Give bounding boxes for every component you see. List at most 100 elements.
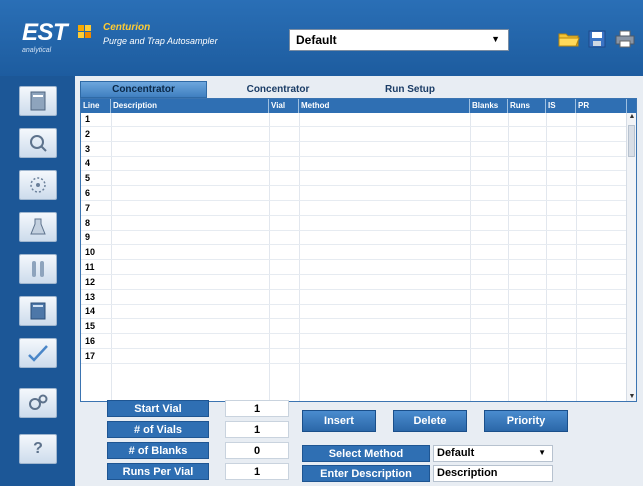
main-panel: Concentrator Concentrator Run Setup Line… <box>75 76 643 486</box>
line-number: 15 <box>85 321 96 332</box>
line-number: 1 <box>85 114 91 124</box>
flask-icon <box>30 218 46 235</box>
table-row[interactable]: 17 <box>81 350 627 364</box>
table-row[interactable]: 9 <box>81 231 627 246</box>
num-blanks-input[interactable]: 0 <box>225 442 289 459</box>
table-row[interactable]: 2 <box>81 128 627 142</box>
carousel-icon <box>30 177 46 193</box>
test-tubes-icon <box>32 261 44 277</box>
runs-per-vial-label: Runs Per Vial <box>107 463 209 480</box>
line-number: 8 <box>85 217 91 228</box>
col-is[interactable]: IS <box>546 99 576 113</box>
table-row[interactable]: 15 <box>81 320 627 335</box>
line-number: 16 <box>85 336 96 346</box>
col-line[interactable]: Line <box>81 99 111 113</box>
chevron-down-icon: ▼ <box>538 448 546 457</box>
sidebar-button-help[interactable]: ? <box>19 434 57 464</box>
line-number: 6 <box>85 188 91 198</box>
num-blanks-label: # of Blanks <box>107 442 209 459</box>
table-row[interactable]: 16 <box>81 335 627 349</box>
table-row[interactable]: 8 <box>81 217 627 231</box>
table-row[interactable]: 10 <box>81 246 627 261</box>
document-icon <box>30 91 46 111</box>
table-row[interactable]: 6 <box>81 187 627 201</box>
line-number: 13 <box>85 291 96 302</box>
method-dropdown-value: Default <box>296 33 337 47</box>
table-row[interactable]: 11 <box>81 261 627 275</box>
table-body: 1 2 3 4 5 6 7 8 9 10 11 12 13 14 15 16 17 <box>81 113 627 401</box>
sidebar-button-settings[interactable] <box>19 388 57 418</box>
start-vial-input[interactable]: 1 <box>225 400 289 417</box>
logo-text: EST <box>22 19 68 46</box>
scroll-down-icon[interactable]: ▼ <box>627 393 636 401</box>
delete-button[interactable]: Delete <box>393 410 467 432</box>
col-description[interactable]: Description <box>111 99 269 113</box>
table-row[interactable]: 4 <box>81 157 627 172</box>
num-vials-input[interactable]: 1 <box>225 421 289 438</box>
col-runs[interactable]: Runs <box>508 99 546 113</box>
line-number: 7 <box>85 202 91 213</box>
table-row[interactable]: 13 <box>81 291 627 305</box>
scroll-up-icon[interactable]: ▲ <box>627 113 636 123</box>
line-number: 4 <box>85 158 91 169</box>
table-row[interactable]: 1 <box>81 113 627 127</box>
sidebar-button-sampler[interactable] <box>19 170 57 200</box>
logo-subtitle: analytical <box>22 47 52 54</box>
line-number: 2 <box>85 128 91 139</box>
method-dropdown[interactable]: Default ▼ <box>289 29 509 51</box>
logo-mark <box>78 25 96 43</box>
description-input[interactable]: Description <box>433 465 553 482</box>
sidebar-button-glassware[interactable] <box>19 212 57 242</box>
product-title: Centurion <box>103 22 151 33</box>
line-number: 3 <box>85 143 91 154</box>
col-pr[interactable]: PR <box>576 99 627 113</box>
tab-concentrator-2[interactable]: Concentrator <box>223 81 333 98</box>
sidebar-button-search[interactable] <box>19 128 57 158</box>
product-subtitle: Purge and Trap Autosampler <box>103 36 218 46</box>
sidebar-button-sequence[interactable] <box>19 86 57 116</box>
question-mark-icon: ? <box>33 440 43 457</box>
sidebar-button-method[interactable] <box>19 296 57 326</box>
scroll-thumb[interactable] <box>628 125 635 157</box>
sidebar-button-tubes[interactable] <box>19 254 57 284</box>
select-method-value: Default <box>437 447 475 459</box>
tab-run-setup[interactable]: Run Setup <box>365 81 455 98</box>
open-folder-icon[interactable] <box>558 28 580 50</box>
print-icon[interactable] <box>614 28 636 50</box>
table-row[interactable]: 3 <box>81 143 627 157</box>
select-method-label: Select Method <box>302 445 430 462</box>
line-number: 17 <box>85 350 96 361</box>
book-icon <box>30 302 46 320</box>
start-vial-label: Start Vial <box>107 400 209 417</box>
table-row[interactable]: 14 <box>81 305 627 320</box>
col-blanks[interactable]: Blanks <box>470 99 508 113</box>
line-number: 10 <box>85 247 96 258</box>
sidebar-button-check[interactable] <box>19 338 57 368</box>
gears-icon <box>29 394 48 410</box>
chevron-down-icon: ▼ <box>491 34 500 44</box>
tab-bar: Concentrator Concentrator Run Setup <box>75 81 643 98</box>
line-number: 14 <box>85 306 96 317</box>
col-method[interactable]: Method <box>299 99 470 113</box>
sidebar: ? <box>0 76 75 486</box>
line-number: 11 <box>85 262 95 272</box>
table-row[interactable]: 5 <box>81 172 627 187</box>
line-number: 12 <box>85 276 96 287</box>
col-vial[interactable]: Vial <box>269 99 299 113</box>
select-method-dropdown[interactable]: Default ▼ <box>433 445 553 462</box>
enter-description-label: Enter Description <box>302 465 430 482</box>
app-header: EST analytical Centurion Purge and Trap … <box>0 0 643 76</box>
magnifier-icon <box>30 135 47 152</box>
runs-per-vial-input[interactable]: 1 <box>225 463 289 480</box>
table-header: Line Description Vial Method Blanks Runs… <box>81 99 636 113</box>
insert-button[interactable]: Insert <box>302 410 376 432</box>
table-row[interactable]: 7 <box>81 202 627 216</box>
sequence-table: Line Description Vial Method Blanks Runs… <box>80 98 637 402</box>
tab-concentrator-1[interactable]: Concentrator <box>80 81 207 98</box>
save-icon[interactable] <box>586 28 608 50</box>
priority-button[interactable]: Priority <box>484 410 568 432</box>
num-vials-label: # of Vials <box>107 421 209 438</box>
table-row[interactable]: 12 <box>81 276 627 290</box>
line-number: 5 <box>85 173 91 184</box>
table-scrollbar[interactable]: ▲ ▼ <box>626 113 636 401</box>
